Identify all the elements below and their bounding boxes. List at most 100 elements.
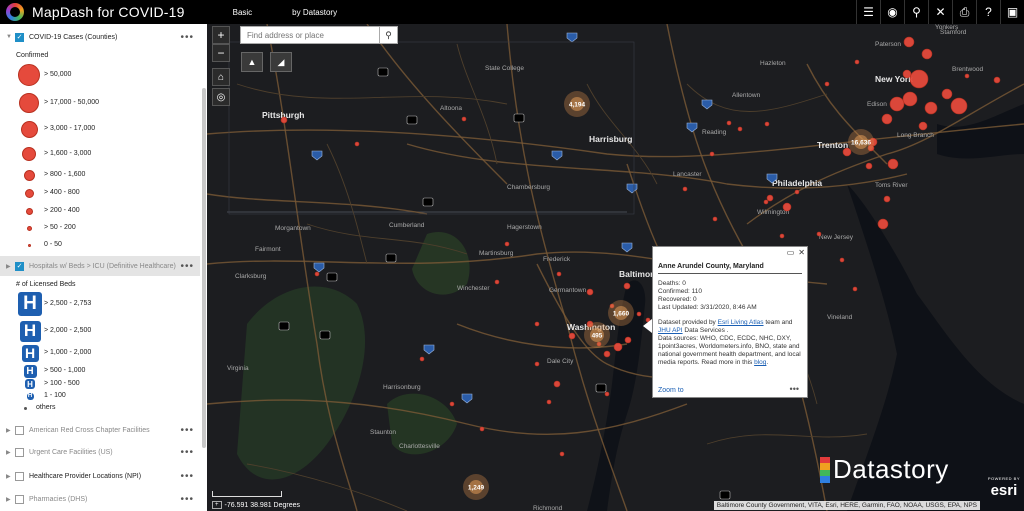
measure-button[interactable]: ◢ — [270, 52, 292, 72]
layer-options-button[interactable]: ••• — [180, 32, 194, 43]
help-icon: ? — [985, 5, 992, 19]
interstate-shield-icon — [686, 122, 698, 133]
hospital-icon: H — [18, 292, 42, 316]
coordinate-toggle-button[interactable]: + — [212, 501, 222, 509]
expand-caret-icon[interactable]: ▶ — [6, 473, 12, 480]
close-icon[interactable]: ✕ — [798, 248, 805, 257]
case-dot-marker — [941, 88, 953, 100]
popup-source-prefix: Dataset provided by — [658, 319, 718, 326]
maximize-icon[interactable]: ▭ — [787, 248, 795, 257]
case-dot-marker — [902, 91, 918, 107]
city-label: Charlottesville — [399, 443, 440, 450]
zoom-in-button[interactable]: + — [212, 26, 230, 44]
popup-menu-button[interactable]: ••• — [790, 384, 799, 394]
zoom-out-button[interactable]: − — [212, 44, 230, 62]
list-button[interactable]: ☰ — [856, 0, 880, 24]
esri-wordmark: esri — [990, 482, 1018, 499]
layer-visibility-checkbox[interactable] — [15, 471, 24, 481]
esri-living-atlas-link[interactable]: Esri Living Atlas — [718, 319, 764, 326]
legend-class-label: > 2,000 - 2,500 — [44, 327, 92, 334]
print-button[interactable]: ⎙ — [952, 0, 976, 24]
layer-visibility-checkbox[interactable]: ✓ — [15, 32, 24, 42]
share-button[interactable]: ▣ — [1000, 0, 1024, 24]
tools-button[interactable]: ✕ — [928, 0, 952, 24]
jhu-api-link[interactable]: JHU API — [658, 327, 683, 334]
city-label: Harrisburg — [589, 134, 632, 144]
zoom-to-link[interactable]: Zoom to — [658, 387, 684, 394]
highway-line — [207, 193, 428, 215]
tab-basic[interactable]: Basic — [233, 8, 253, 17]
city-label: State College — [485, 65, 524, 72]
layer-other-1[interactable]: ▶ Urgent Care Facilities (US) ••• — [0, 442, 200, 462]
layer-visibility-checkbox[interactable]: ✓ — [15, 261, 24, 271]
case-dot-icon — [26, 225, 32, 231]
case-dot-marker — [852, 286, 858, 292]
basemap-gallery-button[interactable]: ▲ — [241, 52, 263, 72]
home-button[interactable]: ⌂ — [212, 68, 230, 86]
sidebar-scrollbar[interactable] — [202, 88, 206, 448]
locate-button[interactable]: ◎ — [212, 88, 230, 106]
case-dot-marker — [636, 311, 642, 317]
case-dot-marker — [504, 241, 510, 247]
city-label: Morgantown — [275, 225, 311, 232]
tools-icon: ✕ — [935, 5, 946, 19]
layer-other-2[interactable]: ▶ Healthcare Provider Locations (NPI) ••• — [0, 466, 200, 486]
coordinate-text: -76.591 38.981 Degrees — [224, 501, 301, 509]
basemap-button[interactable]: ◉ — [880, 0, 904, 24]
case-dot-icon — [25, 207, 33, 215]
search-input[interactable] — [241, 30, 379, 40]
expand-caret-icon[interactable]: ▼ — [6, 34, 12, 40]
help-button[interactable]: ? — [976, 0, 1000, 24]
layer-options-button[interactable]: ••• — [180, 447, 194, 458]
layer-covid-cases[interactable]: ▼ ✓ COVID-19 Cases (Counties) ••• — [0, 27, 200, 47]
expand-caret-icon[interactable]: ▶ — [6, 449, 12, 456]
highway-shield-icon — [385, 253, 397, 263]
measure-icon: ◢ — [277, 56, 285, 67]
location-button[interactable]: ⚲ — [904, 0, 928, 24]
legend-swatch: H — [16, 292, 44, 316]
city-label: Staunton — [370, 429, 396, 436]
expand-caret-icon[interactable]: ▶ — [6, 263, 12, 270]
app-logo-icon — [6, 3, 24, 21]
expand-caret-icon[interactable]: ▶ — [6, 496, 12, 503]
case-dot-marker — [883, 195, 891, 203]
city-label: Altoona — [440, 105, 462, 112]
case-dot-icon — [18, 64, 40, 86]
legend-swatch — [15, 169, 43, 181]
expand-caret-icon[interactable]: ▶ — [6, 427, 12, 434]
layer-options-button[interactable]: ••• — [180, 471, 194, 482]
popup-confirmed: Confirmed: 110 — [658, 288, 702, 295]
layer-options-button[interactable]: ••• — [180, 425, 194, 436]
layer-options-button[interactable]: ••• — [180, 261, 194, 272]
layer-options-button[interactable]: ••• — [180, 494, 194, 505]
blog-link[interactable]: blog — [754, 359, 766, 366]
city-label: Vineland — [827, 314, 853, 321]
case-dot-marker — [624, 336, 632, 344]
highway-shield-icon — [422, 197, 434, 207]
case-dot-icon — [27, 243, 31, 247]
search-widget: ⚲ — [240, 26, 398, 44]
legend-class-label: > 1,000 - 2,000 — [44, 349, 92, 356]
popup-titlebar: ▭ ✕ — [653, 247, 807, 257]
layer-other-3[interactable]: ▶ Pharmacies (DHS) ••• — [0, 489, 200, 509]
popup-sources-end: . — [766, 359, 769, 366]
case-dot-marker — [534, 321, 540, 327]
popup-data-sources: Data sources: WHO, CDC, ECDC, NHC, DXY, … — [658, 335, 802, 367]
legend-swatch — [15, 225, 43, 231]
byline-link[interactable]: by Datastory — [292, 8, 337, 17]
layer-visibility-checkbox[interactable] — [15, 425, 24, 435]
legend-class-label: > 50 - 200 — [44, 224, 76, 231]
legend-class-label: others — [36, 404, 56, 411]
layer-visibility-checkbox[interactable] — [15, 447, 24, 457]
case-dot-marker — [909, 69, 929, 89]
cluster-count-label: 495 — [592, 333, 603, 340]
interstate-shield-icon — [313, 262, 325, 273]
layer-hospitals[interactable]: ▶ ✓ Hospitals w/ Beds > ICU (Definitive He… — [0, 256, 200, 276]
legend-swatch: H — [16, 344, 44, 362]
layer-other-0[interactable]: ▶ American Red Cross Chapter Facilities ••… — [0, 420, 200, 440]
layer-visibility-checkbox[interactable] — [15, 494, 24, 504]
list-icon: ☰ — [863, 5, 874, 19]
case-dot-icon — [23, 169, 35, 181]
map-view[interactable]: PittsburghHarrisburgPhiladelphiaWashingt… — [207, 24, 1024, 511]
search-button[interactable]: ⚲ — [379, 27, 397, 43]
